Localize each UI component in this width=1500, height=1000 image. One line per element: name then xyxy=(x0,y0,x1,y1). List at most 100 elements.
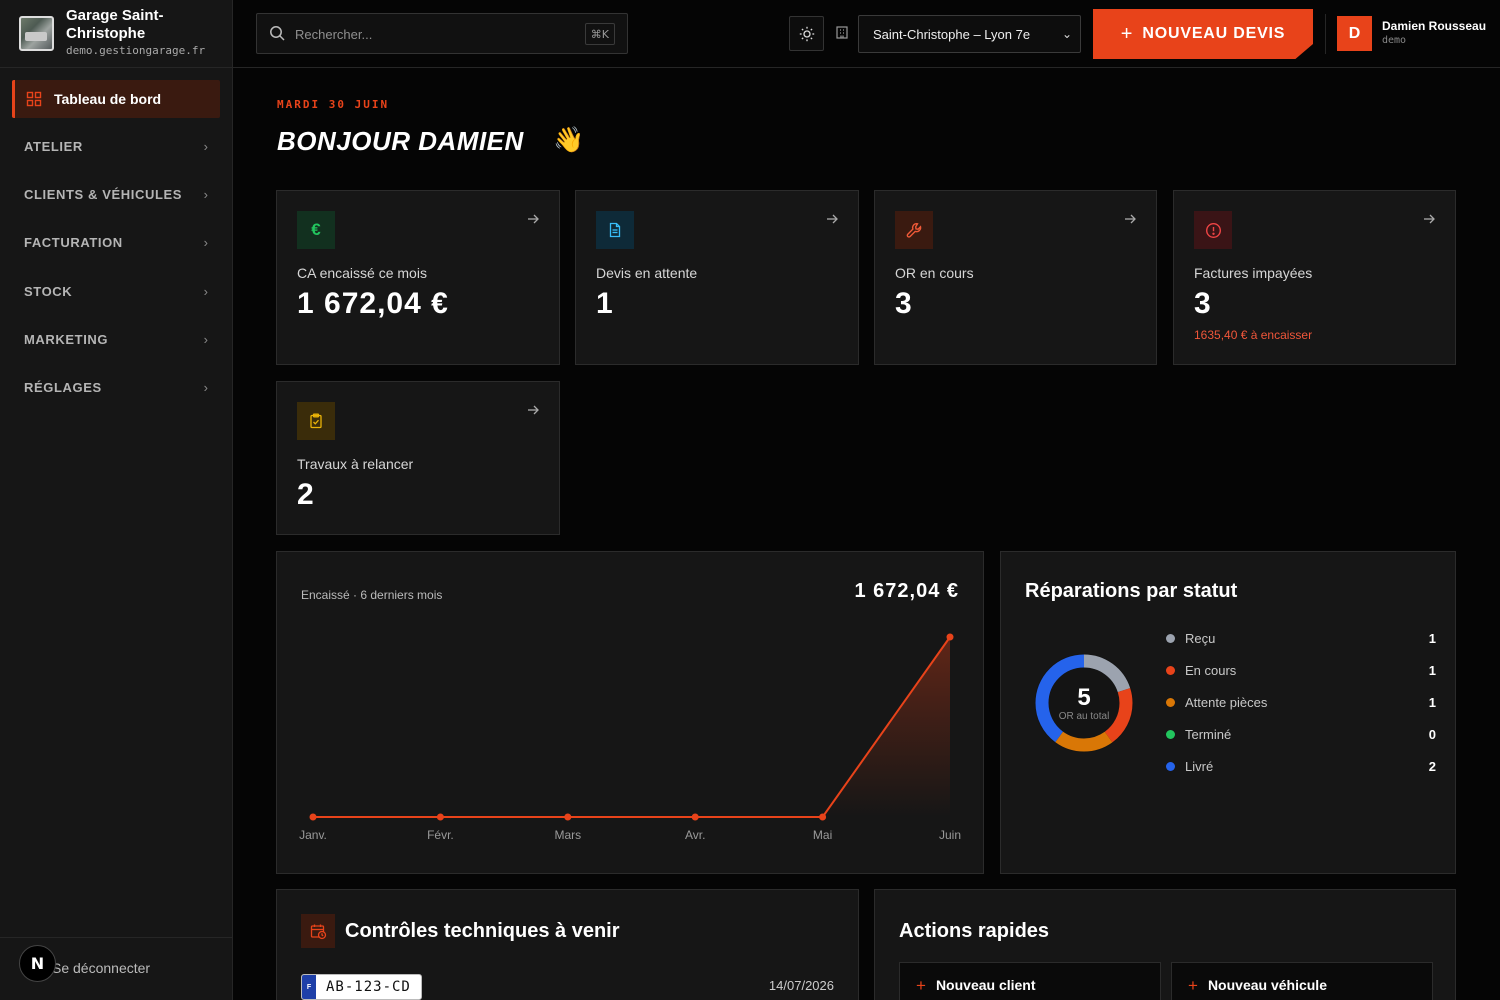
legend-value: 1 xyxy=(1428,662,1436,678)
legend-label: Terminé xyxy=(1185,726,1232,742)
quick-actions-panel: Actions rapides + Nouveau client + Nouve… xyxy=(874,889,1456,1000)
brand-name: Garage Saint-Christophe xyxy=(66,7,164,42)
sidebar-group-reglages[interactable]: RÉGLAGES › xyxy=(12,370,220,404)
legend-label: Livré xyxy=(1185,758,1214,774)
search-input[interactable] xyxy=(295,24,575,44)
chevron-right-icon: › xyxy=(203,331,208,347)
legend-label: Attente pièces xyxy=(1185,694,1268,710)
sidebar-group-marketing[interactable]: MARKETING › xyxy=(12,322,220,356)
kpi-subtext: 1635,40 € à encaisser xyxy=(1194,328,1313,342)
kpi-card-revenue[interactable]: € CA encaissé ce mois 1 672,04 € xyxy=(276,190,560,365)
brand-header[interactable]: Garage Saint-Christophe demo.gestiongara… xyxy=(0,0,232,68)
x-tick-label: Févr. xyxy=(427,828,454,842)
chevron-right-icon: › xyxy=(203,283,208,299)
kpi-label: Devis en attente xyxy=(596,265,698,281)
avatar[interactable]: D xyxy=(1337,16,1372,51)
dev-tools-badge[interactable]: N xyxy=(19,945,56,982)
chart-point[interactable] xyxy=(436,813,444,821)
site-select-value: Saint-Christophe – Lyon 7e xyxy=(873,26,1031,42)
kpi-label: Travaux à relancer xyxy=(297,456,414,472)
sidebar-group-facturation[interactable]: FACTURATION › xyxy=(12,225,220,259)
clipboard-check-icon xyxy=(310,413,322,429)
chart-point[interactable] xyxy=(946,633,954,641)
legend-dot xyxy=(1166,697,1175,707)
kpi-label: Factures impayées xyxy=(1194,265,1313,281)
legend-item: Livré 2 xyxy=(1166,756,1436,776)
topbar: ⌘K Saint-Christophe – Lyon 7e ⌄ + NOUVEA… xyxy=(233,0,1500,68)
panel-title: Contrôles techniques à venir xyxy=(345,920,620,942)
technical-controls-panel: Contrôles techniques à venir F AB-123-CD… xyxy=(276,889,859,1000)
chevron-right-icon: › xyxy=(203,138,208,154)
sidebar-group-label: RÉGLAGES xyxy=(24,379,102,395)
chevron-right-icon: › xyxy=(203,186,208,202)
building-icon xyxy=(836,26,848,39)
new-client-button[interactable]: + Nouveau client xyxy=(899,962,1161,1000)
legend-value: 2 xyxy=(1428,758,1436,774)
chevron-right-icon: › xyxy=(203,379,208,395)
search-shortcut: ⌘K xyxy=(584,23,615,45)
search-box[interactable]: ⌘K xyxy=(256,13,628,54)
kpi-icon-box xyxy=(297,402,335,440)
quick-action-label: Nouveau véhicule xyxy=(1207,977,1327,993)
sidebar-item-label: Tableau de bord xyxy=(54,91,162,107)
ct-icon-box xyxy=(301,914,335,948)
sidebar-group-label: STOCK xyxy=(24,283,73,299)
chart-point[interactable] xyxy=(564,813,572,821)
arrow-right-icon xyxy=(528,405,539,415)
kpi-value: 3 xyxy=(895,287,913,320)
kpi-value: 2 xyxy=(297,478,315,511)
legend-dot xyxy=(1166,633,1175,643)
kpi-icon-box xyxy=(1194,211,1232,249)
legend-label: En cours xyxy=(1185,662,1237,678)
current-date: MARDI 30 JUIN xyxy=(277,98,390,111)
site-select[interactable]: Saint-Christophe – Lyon 7e ⌄ xyxy=(858,15,1081,53)
x-tick-label: Mai xyxy=(813,828,832,842)
theme-toggle-button[interactable] xyxy=(789,16,824,51)
arrow-right-icon xyxy=(528,214,539,224)
kpi-card-repair-orders[interactable]: OR en cours 3 xyxy=(874,190,1157,365)
sun-icon xyxy=(799,26,814,41)
user-name[interactable]: Damien Rousseau xyxy=(1382,19,1486,33)
kpi-card-pending-quotes[interactable]: Devis en attente 1 xyxy=(575,190,859,365)
revenue-chart-panel: Encaissé · 6 derniers mois 1 672,04 € Ja… xyxy=(276,551,984,874)
sidebar-group-clients-vehicules[interactable]: CLIENTS & VÉHICULES › xyxy=(12,177,220,211)
arrow-right-icon xyxy=(1424,214,1435,224)
legend-item: Reçu 1 xyxy=(1166,628,1436,648)
sidebar-group-stock[interactable]: STOCK › xyxy=(12,274,220,308)
revenue-area-chart: Janv. Févr. Mars Avr. Mai Juin xyxy=(299,633,961,842)
search-icon xyxy=(270,26,285,41)
sidebar-group-label: FACTURATION xyxy=(24,234,123,250)
sidebar-group-label: MARKETING xyxy=(24,331,109,347)
x-tick-label: Mars xyxy=(554,828,581,842)
donut-total: 5 xyxy=(1077,683,1091,711)
license-plate[interactable]: F AB-123-CD xyxy=(301,974,422,1000)
euro-icon: € xyxy=(311,220,321,239)
kpi-card-unpaid-invoices[interactable]: Factures impayées 3 1635,40 € à encaisse… xyxy=(1173,190,1456,365)
control-date: 14/07/2026 xyxy=(768,978,834,993)
chart-point[interactable] xyxy=(691,813,699,821)
kpi-icon-box xyxy=(596,211,634,249)
panel-title: Actions rapides xyxy=(899,920,1050,942)
sidebar-item-dashboard[interactable]: Tableau de bord xyxy=(12,80,220,118)
x-tick-label: Avr. xyxy=(685,828,705,842)
sidebar-group-atelier[interactable]: ATELIER › xyxy=(12,129,220,163)
legend-label: Reçu xyxy=(1185,630,1216,646)
plus-icon: + xyxy=(916,975,926,995)
kpi-card-follow-up-work[interactable]: Travaux à relancer 2 xyxy=(276,381,560,535)
legend-item: Terminé 0 xyxy=(1166,724,1436,744)
arrow-right-icon xyxy=(1125,214,1136,224)
legend-item: Attente pièces 1 xyxy=(1166,692,1436,712)
new-vehicle-button[interactable]: + Nouveau véhicule xyxy=(1171,962,1433,1000)
chart-point[interactable] xyxy=(819,813,827,821)
x-tick-label: Janv. xyxy=(299,828,327,842)
plus-icon: + xyxy=(1120,23,1133,45)
new-quote-button[interactable]: + NOUVEAU DEVIS xyxy=(1093,9,1313,59)
legend-value: 1 xyxy=(1428,630,1436,646)
new-quote-label: NOUVEAU DEVIS xyxy=(1142,25,1286,42)
legend-item: En cours 1 xyxy=(1166,660,1436,680)
app-root: Garage Saint-Christophe demo.gestiongara… xyxy=(0,0,1500,1000)
chart-point[interactable] xyxy=(309,813,317,821)
legend-dot xyxy=(1166,729,1175,739)
dashboard-grid-icon xyxy=(26,91,42,107)
plate-number: AB-123-CD xyxy=(326,979,411,995)
